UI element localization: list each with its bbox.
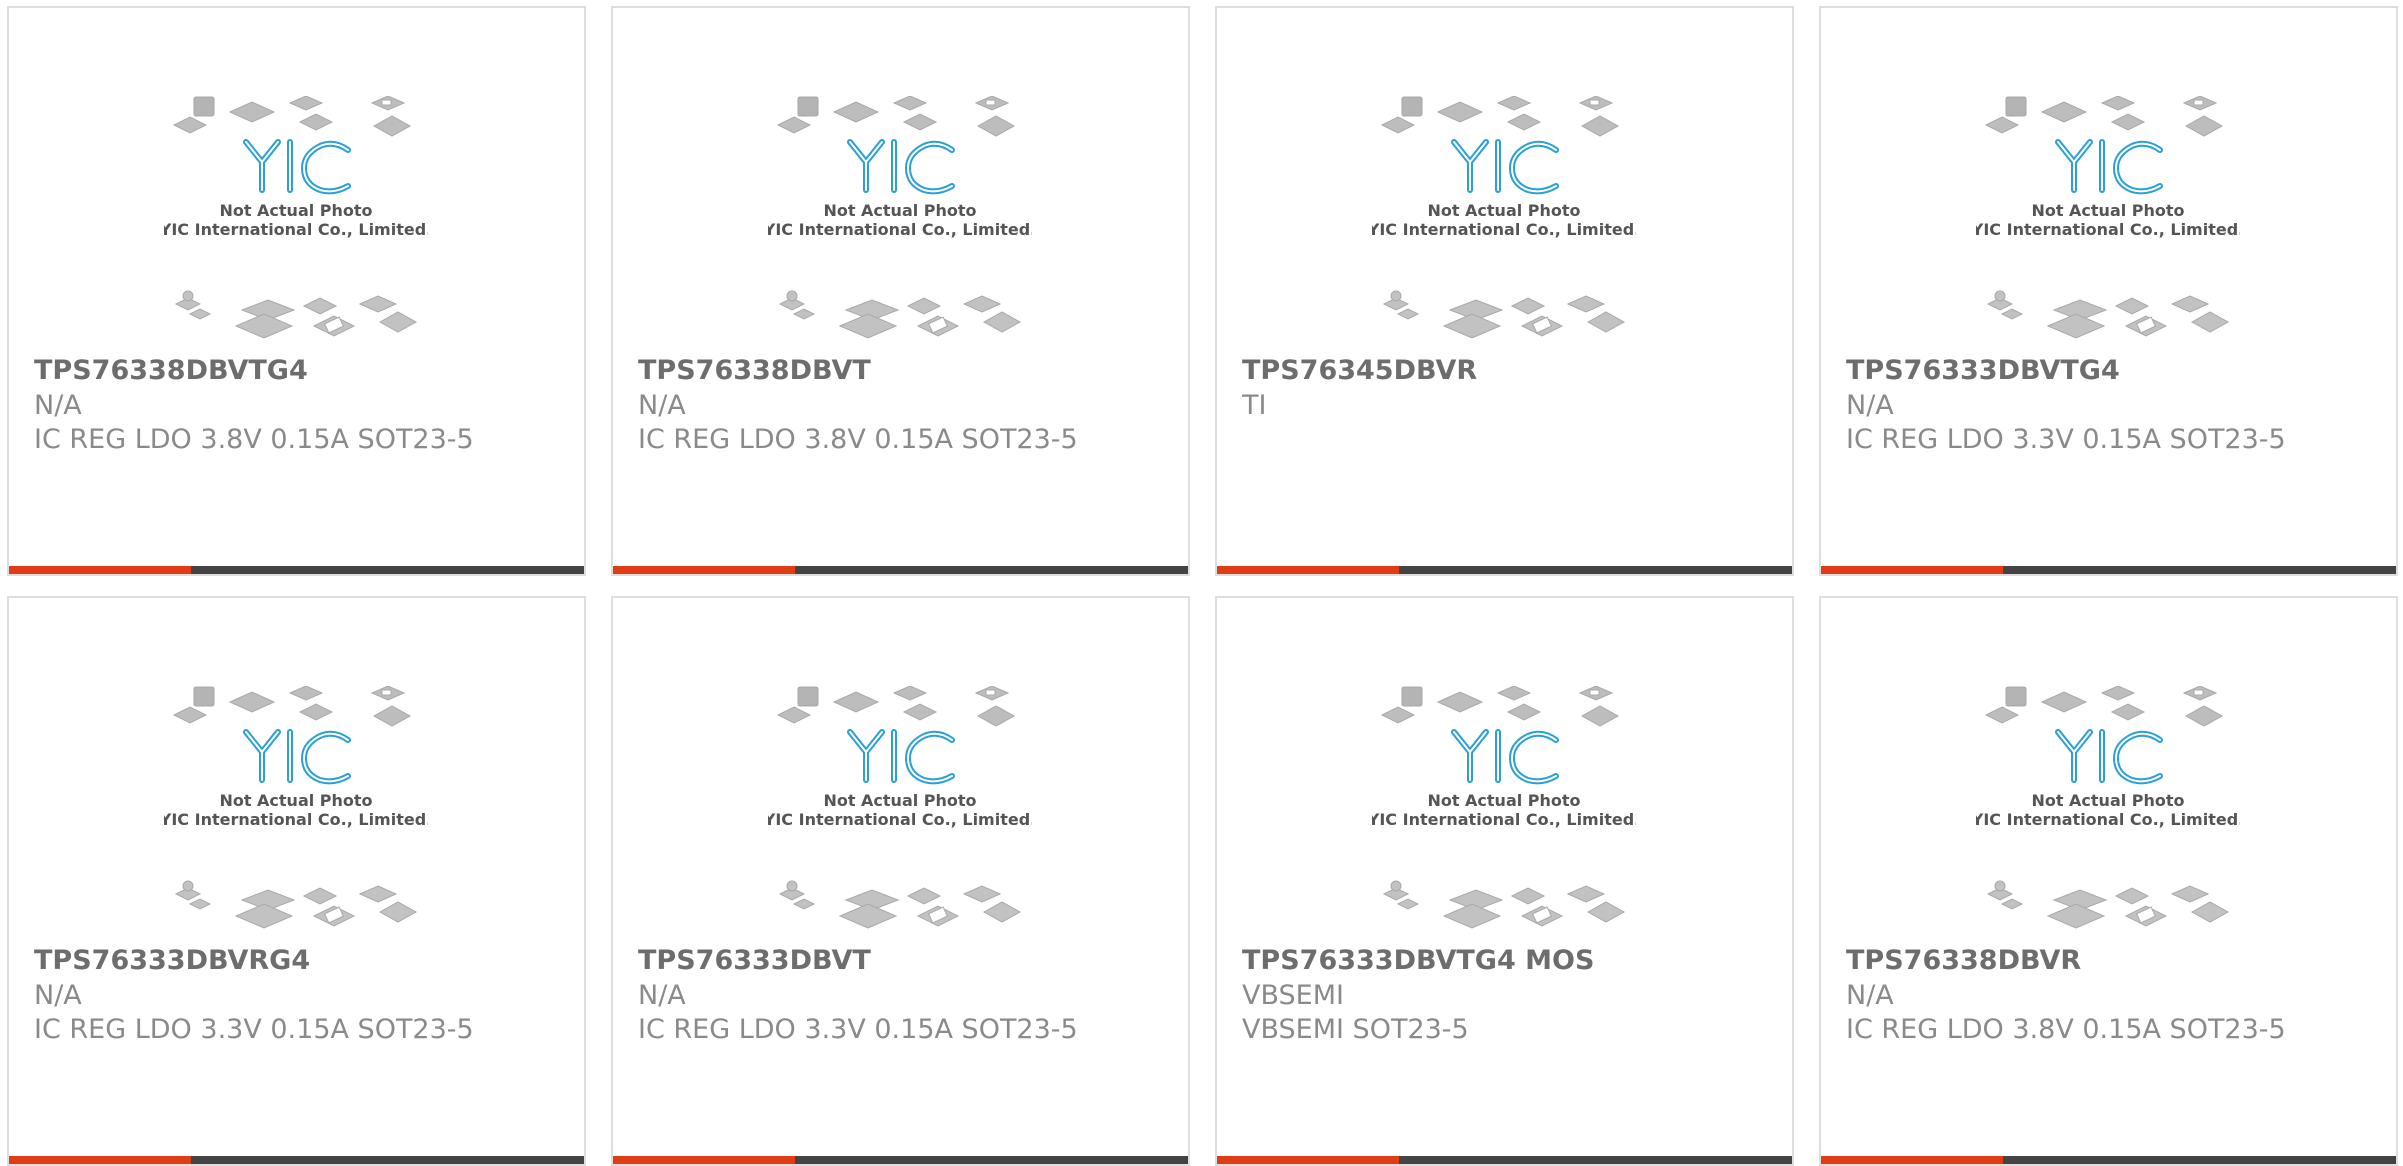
- product-card-3[interactable]: Not Actual Photo YIC International Co., …: [1215, 6, 1794, 576]
- manufacturer: N/A: [1846, 980, 1894, 1011]
- manufacturer: VBSEMI: [1242, 980, 1344, 1011]
- card-accent-bar: [1821, 1156, 2396, 1164]
- product-card-2[interactable]: Not Actual Photo YIC International Co., …: [611, 6, 1190, 576]
- image-caption-line1: Not Actual Photo: [1427, 201, 1580, 220]
- image-caption-line2: YIC International Co., Limited.: [164, 810, 428, 829]
- placeholder-chips-image: Not Actual Photo YIC International Co., …: [1372, 96, 1636, 339]
- part-number[interactable]: TPS76338DBVTG4: [34, 353, 564, 389]
- image-caption-line1: Not Actual Photo: [219, 791, 372, 810]
- image-caption-line1: Not Actual Photo: [219, 201, 372, 220]
- image-caption-line1: Not Actual Photo: [2031, 201, 2184, 220]
- card-accent-fill: [613, 1156, 795, 1164]
- product-info: TPS76345DBVR TI: [1242, 353, 1772, 423]
- image-caption-line2: YIC International Co., Limited.: [164, 220, 428, 239]
- product-image[interactable]: Not Actual Photo YIC International Co., …: [164, 96, 428, 342]
- placeholder-chips-image: Not Actual Photo YIC International Co., …: [164, 686, 428, 929]
- placeholder-chips-image: Not Actual Photo YIC International Co., …: [1976, 96, 2240, 339]
- placeholder-chips-image: Not Actual Photo YIC International Co., …: [1976, 686, 2240, 929]
- image-caption-line1: Not Actual Photo: [823, 791, 976, 810]
- image-caption-line2: YIC International Co., Limited.: [1372, 220, 1636, 239]
- description: IC REG LDO 3.3V 0.15A SOT23-5: [1846, 424, 2286, 455]
- product-image[interactable]: Not Actual Photo YIC International Co., …: [164, 686, 428, 932]
- card-accent-bar: [1217, 566, 1792, 574]
- product-image[interactable]: Not Actual Photo YIC International Co., …: [768, 96, 1032, 342]
- card-accent-fill: [1821, 1156, 2003, 1164]
- card-accent-fill: [9, 566, 191, 574]
- description: IC REG LDO 3.3V 0.15A SOT23-5: [34, 1014, 474, 1045]
- manufacturer: N/A: [34, 980, 82, 1011]
- image-caption-line2: YIC International Co., Limited.: [1372, 810, 1636, 829]
- product-card-5[interactable]: Not Actual Photo YIC International Co., …: [7, 596, 586, 1166]
- image-caption-line2: YIC International Co., Limited.: [768, 810, 1032, 829]
- description: IC REG LDO 3.8V 0.15A SOT23-5: [638, 424, 1078, 455]
- part-number[interactable]: TPS76333DBVRG4: [34, 943, 564, 979]
- description: IC REG LDO 3.8V 0.15A SOT23-5: [34, 424, 474, 455]
- product-image[interactable]: Not Actual Photo YIC International Co., …: [1372, 686, 1636, 932]
- product-info: TPS76333DBVTG4 N/A IC REG LDO 3.3V 0.15A…: [1846, 353, 2376, 457]
- product-card-4[interactable]: Not Actual Photo YIC International Co., …: [1819, 6, 2398, 576]
- part-number[interactable]: TPS76338DBVR: [1846, 943, 2376, 979]
- description: IC REG LDO 3.3V 0.15A SOT23-5: [638, 1014, 1078, 1045]
- placeholder-chips-image: Not Actual Photo YIC International Co., …: [768, 96, 1032, 339]
- image-caption-line2: YIC International Co., Limited.: [1976, 810, 2240, 829]
- image-caption-line1: Not Actual Photo: [2031, 791, 2184, 810]
- part-number[interactable]: TPS76333DBVTG4 MOS: [1242, 943, 1772, 979]
- placeholder-chips-image: Not Actual Photo YIC International Co., …: [1372, 686, 1636, 929]
- manufacturer: N/A: [638, 390, 686, 421]
- product-image[interactable]: Not Actual Photo YIC International Co., …: [1976, 96, 2240, 342]
- product-info: TPS76338DBVT N/A IC REG LDO 3.8V 0.15A S…: [638, 353, 1168, 457]
- product-card-6[interactable]: Not Actual Photo YIC International Co., …: [611, 596, 1190, 1166]
- card-accent-fill: [1217, 566, 1399, 574]
- product-info: TPS76338DBVR N/A IC REG LDO 3.8V 0.15A S…: [1846, 943, 2376, 1047]
- product-info: TPS76333DBVT N/A IC REG LDO 3.3V 0.15A S…: [638, 943, 1168, 1047]
- image-caption-line1: Not Actual Photo: [1427, 791, 1580, 810]
- image-caption-line1: Not Actual Photo: [823, 201, 976, 220]
- placeholder-chips-image: Not Actual Photo YIC International Co., …: [164, 96, 428, 339]
- product-card-7[interactable]: Not Actual Photo YIC International Co., …: [1215, 596, 1794, 1166]
- product-info: TPS76333DBVRG4 N/A IC REG LDO 3.3V 0.15A…: [34, 943, 564, 1047]
- product-card-1[interactable]: Not Actual Photo YIC International Co., …: [7, 6, 586, 576]
- card-accent-bar: [1217, 1156, 1792, 1164]
- part-number[interactable]: TPS76338DBVT: [638, 353, 1168, 389]
- card-accent-fill: [1821, 566, 2003, 574]
- card-accent-fill: [613, 566, 795, 574]
- card-accent-bar: [9, 566, 584, 574]
- image-caption-line2: YIC International Co., Limited.: [1976, 220, 2240, 239]
- product-info: TPS76338DBVTG4 N/A IC REG LDO 3.8V 0.15A…: [34, 353, 564, 457]
- product-image[interactable]: Not Actual Photo YIC International Co., …: [1372, 96, 1636, 342]
- manufacturer: N/A: [638, 980, 686, 1011]
- manufacturer: N/A: [1846, 390, 1894, 421]
- product-card-8[interactable]: Not Actual Photo YIC International Co., …: [1819, 596, 2398, 1166]
- part-number[interactable]: TPS76345DBVR: [1242, 353, 1772, 389]
- image-caption-line2: YIC International Co., Limited.: [768, 220, 1032, 239]
- card-accent-fill: [9, 1156, 191, 1164]
- product-info: TPS76333DBVTG4 MOS VBSEMI VBSEMI SOT23-5: [1242, 943, 1772, 1047]
- card-accent-bar: [9, 1156, 584, 1164]
- description: IC REG LDO 3.8V 0.15A SOT23-5: [1846, 1014, 2286, 1045]
- product-grid: Not Actual Photo YIC International Co., …: [7, 6, 2398, 1166]
- manufacturer: TI: [1242, 390, 1267, 421]
- product-image[interactable]: Not Actual Photo YIC International Co., …: [1976, 686, 2240, 932]
- part-number[interactable]: TPS76333DBVTG4: [1846, 353, 2376, 389]
- card-accent-bar: [1821, 566, 2396, 574]
- card-accent-fill: [1217, 1156, 1399, 1164]
- card-accent-bar: [613, 566, 1188, 574]
- manufacturer: N/A: [34, 390, 82, 421]
- description: VBSEMI SOT23-5: [1242, 1014, 1469, 1045]
- card-accent-bar: [613, 1156, 1188, 1164]
- part-number[interactable]: TPS76333DBVT: [638, 943, 1168, 979]
- product-image[interactable]: Not Actual Photo YIC International Co., …: [768, 686, 1032, 932]
- placeholder-chips-image: Not Actual Photo YIC International Co., …: [768, 686, 1032, 929]
